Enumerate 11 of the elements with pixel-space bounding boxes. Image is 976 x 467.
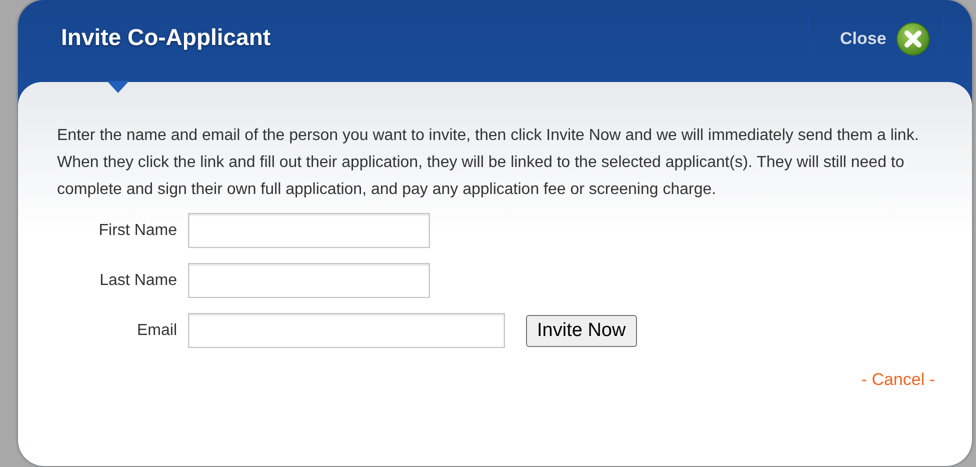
dialog-pointer (107, 81, 129, 93)
field-label: First Name (98, 222, 177, 240)
dialog-title: Invite Co-Applicant (60, 24, 272, 50)
invite-now-button[interactable]: Invite Now (526, 314, 637, 346)
close-icon (896, 22, 930, 56)
instructions-text: Enter the name and email of the person you want to invite, then click Invite Now and we will immediately send them a link. When they click the link and fill out their application, they will be linked to the selected applicant(s). They will still need to complete and sign their own full application, and pay any application fee or screening charge. (57, 126, 920, 200)
input-field[interactable] (188, 213, 430, 248)
field-label: Last Name (98, 272, 177, 290)
input-field[interactable] (188, 263, 430, 298)
input-field[interactable] (188, 313, 505, 348)
field-label: Email (136, 322, 177, 340)
